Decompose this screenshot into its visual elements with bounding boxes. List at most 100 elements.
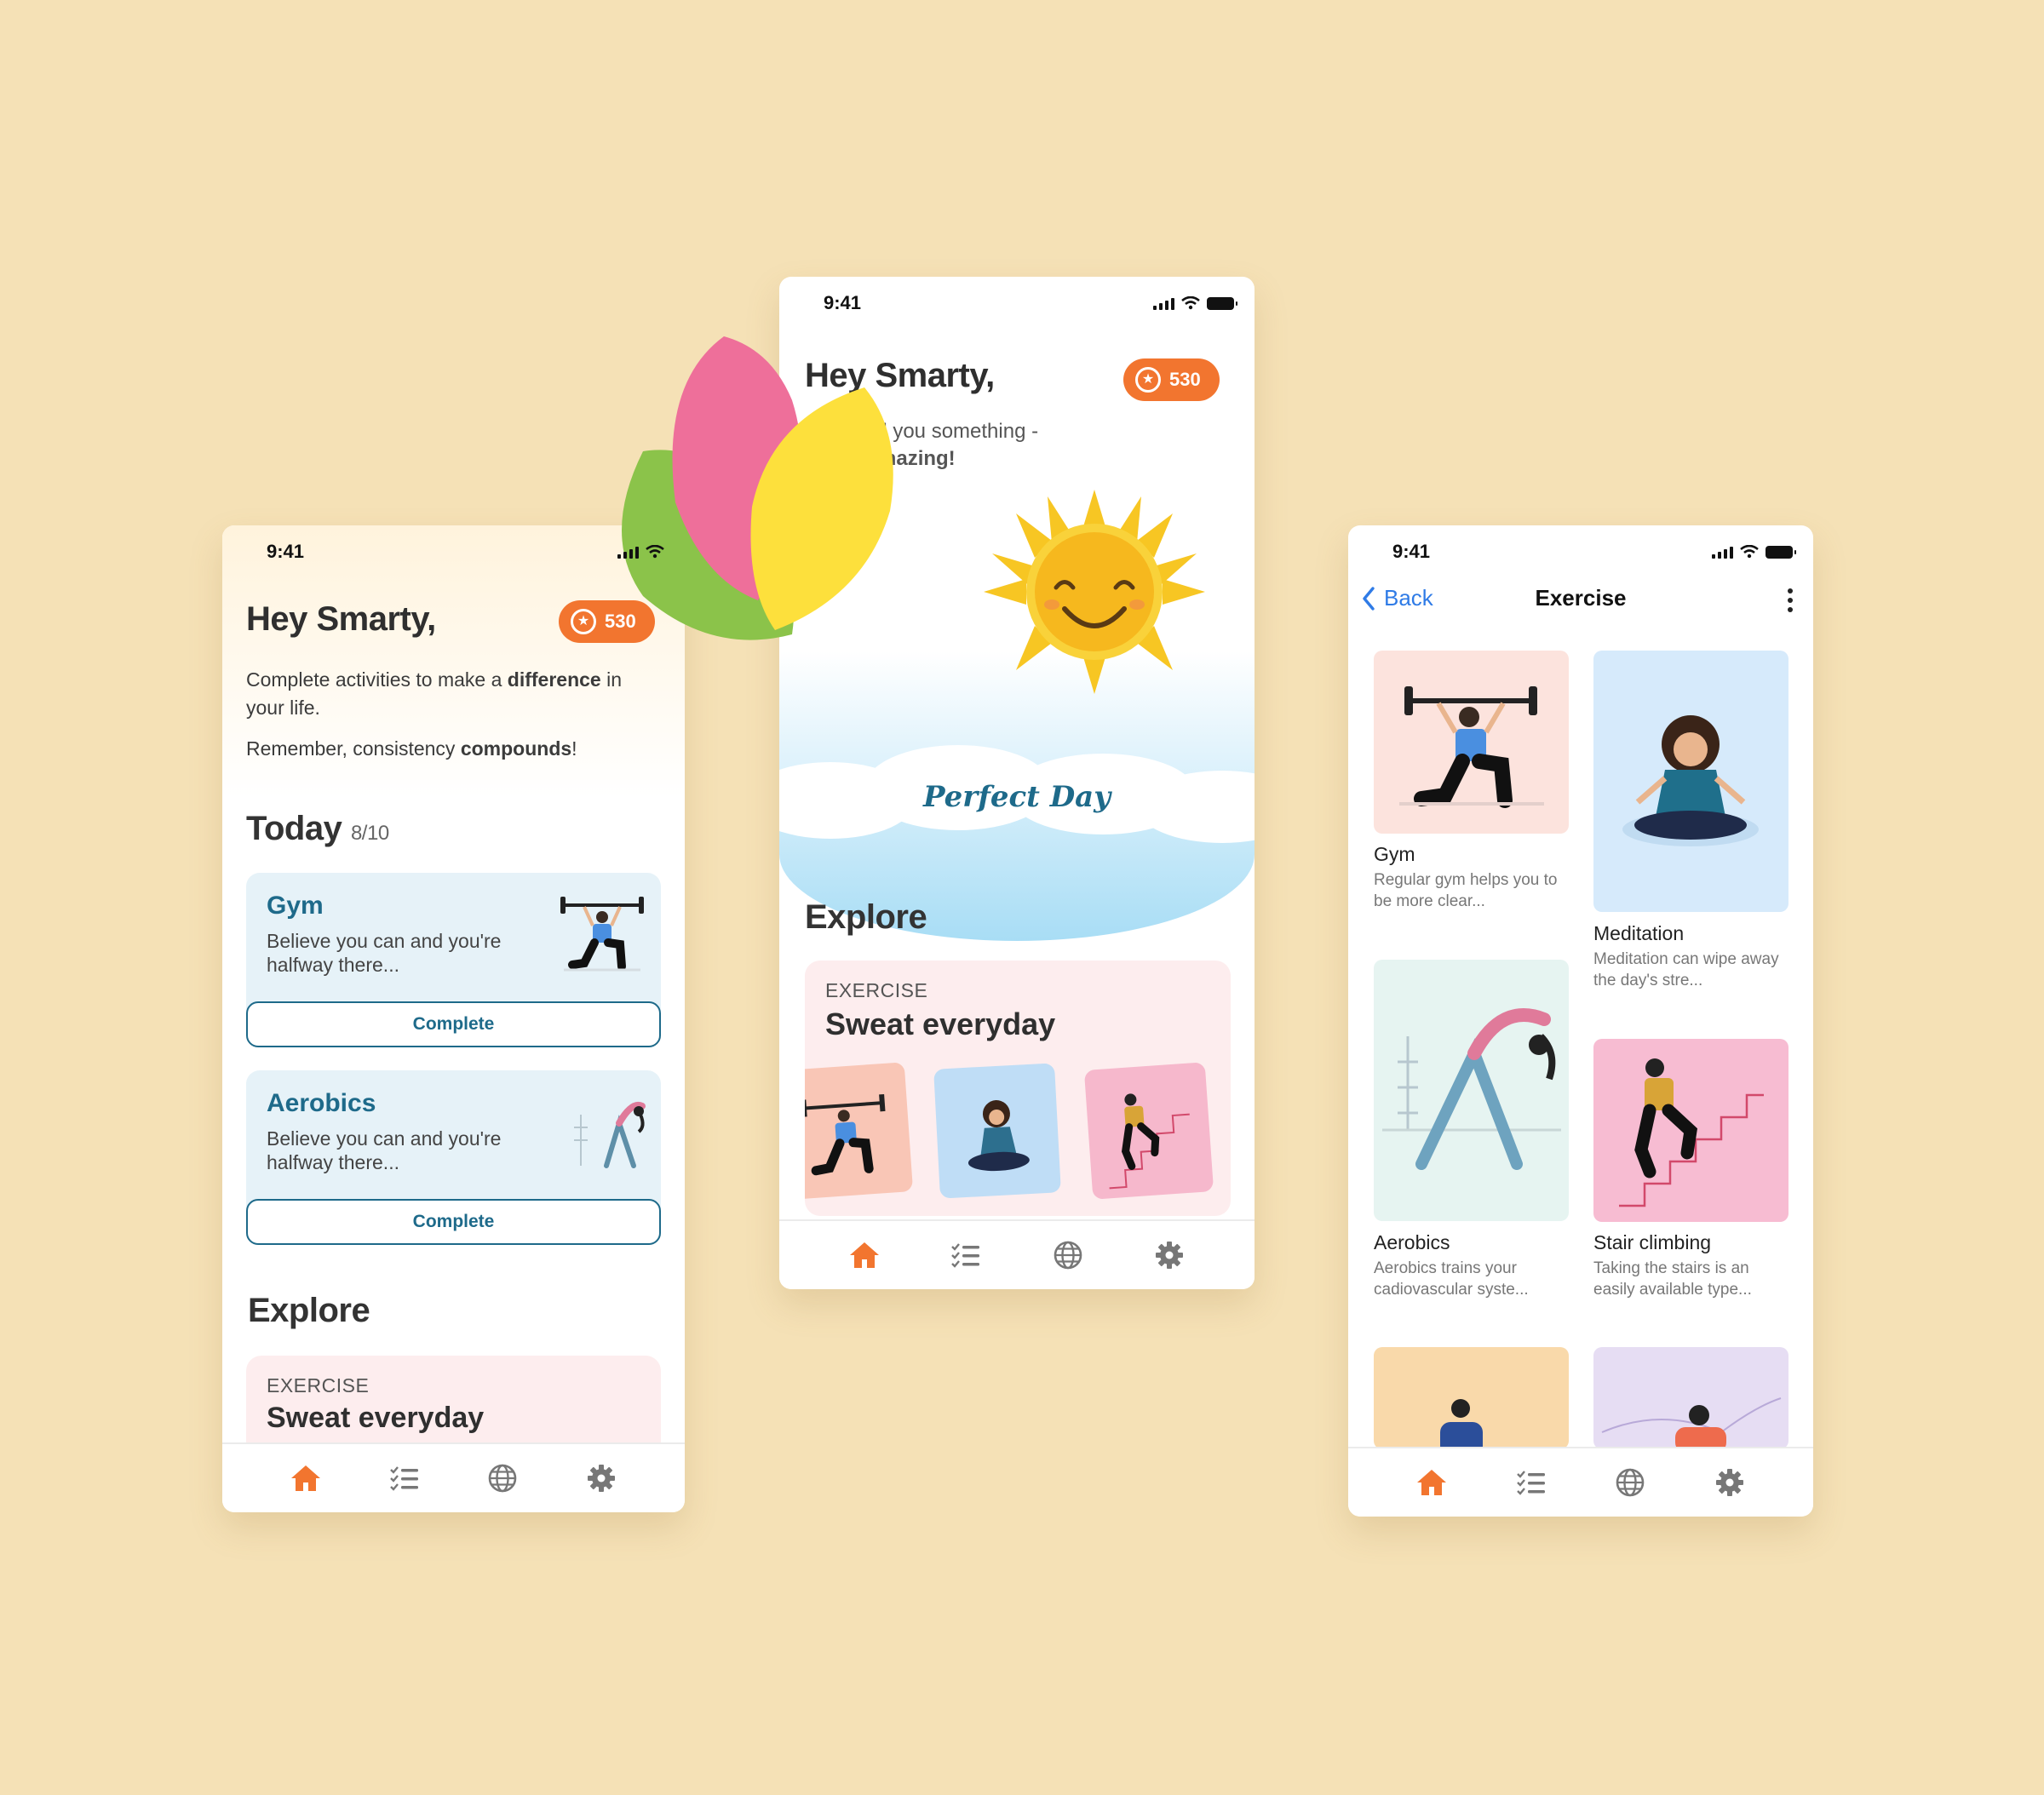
greeting-title: Hey Smarty, xyxy=(246,600,436,638)
consistency-text: Remember, consistency compounds! xyxy=(246,737,577,760)
home-icon xyxy=(1417,1470,1447,1495)
explore-title: Sweat everyday xyxy=(267,1402,485,1434)
checklist-icon xyxy=(951,1243,980,1268)
tab-settings[interactable] xyxy=(1711,1464,1748,1501)
item-title: Meditation xyxy=(1593,922,1685,944)
gear-icon xyxy=(1715,1469,1743,1496)
tile-gym[interactable] xyxy=(805,1062,914,1200)
back-button[interactable]: Back xyxy=(1362,585,1433,611)
meditation-card-image[interactable] xyxy=(1593,651,1788,912)
wifi-icon xyxy=(1740,545,1759,559)
explore-card[interactable]: EXERCISE Sweat everyday xyxy=(805,961,1231,1216)
activity-card-aerobics: Aerobics Believe you can and you're half… xyxy=(246,1070,661,1245)
tab-tasks[interactable] xyxy=(947,1236,985,1274)
next-card-image[interactable] xyxy=(1593,1347,1788,1449)
gym-illustration xyxy=(560,897,644,972)
item-title: Stair climbing xyxy=(1593,1231,1712,1253)
home-screen-left: 9:41 Hey Smarty, ★ 530 Complete activiti… xyxy=(222,525,685,1512)
tab-home[interactable] xyxy=(846,1236,883,1274)
item-title: Aerobics xyxy=(1374,1231,1450,1253)
banner-title: Perfect Day xyxy=(923,780,1111,814)
item-desc: Aerobics trains your cadiovascular syste… xyxy=(1374,1259,1529,1299)
complete-button[interactable]: Complete xyxy=(246,1001,661,1047)
aerobics-card-image[interactable] xyxy=(1374,960,1569,1221)
exercise-screen: 9:41 Exercise Back Gym Regular gym helps… xyxy=(1348,525,1813,1517)
explore-heading: Explore xyxy=(805,898,927,936)
tab-settings[interactable] xyxy=(583,1460,620,1497)
tab-home[interactable] xyxy=(287,1460,324,1497)
tab-bar xyxy=(1348,1447,1813,1517)
gym-illustration xyxy=(805,1093,886,1176)
points-badge[interactable]: ★ 530 xyxy=(1123,358,1220,401)
meditation-illustration xyxy=(1622,715,1759,846)
subtitle-line-1: ll you something - xyxy=(878,420,1039,443)
tab-tasks[interactable] xyxy=(386,1460,423,1497)
globe-icon xyxy=(1054,1241,1082,1270)
aerobics-illustration xyxy=(1382,1008,1561,1170)
star-icon: ★ xyxy=(571,609,596,634)
gear-icon xyxy=(588,1465,616,1492)
tab-home[interactable] xyxy=(1413,1464,1450,1501)
stairs-card-image[interactable] xyxy=(1593,1039,1788,1222)
activity-desc: Believe you can and you're halfway there… xyxy=(267,1127,502,1173)
status-bar: 9:41 xyxy=(779,277,1255,330)
gym-card-image[interactable] xyxy=(1374,651,1569,834)
activity-desc: Believe you can and you're halfway there… xyxy=(267,930,502,976)
complete-button[interactable]: Complete xyxy=(246,1199,661,1245)
chevron-left-icon xyxy=(1363,586,1375,611)
gear-icon xyxy=(1156,1242,1184,1269)
status-time: 9:41 xyxy=(1392,541,1431,562)
tile-stairs[interactable] xyxy=(1083,1062,1214,1200)
battery-icon xyxy=(1207,296,1237,310)
gym-illustration xyxy=(1399,686,1544,808)
activity-title: Aerobics xyxy=(267,1089,376,1117)
today-heading: Today 8/10 xyxy=(246,810,389,847)
stairs-illustration xyxy=(1109,1093,1190,1190)
item-desc: Meditation can wipe away the day's stre.… xyxy=(1593,950,1779,989)
more-options-icon[interactable] xyxy=(1788,588,1793,612)
tab-settings[interactable] xyxy=(1151,1236,1188,1274)
tab-tasks[interactable] xyxy=(1513,1464,1550,1501)
item-desc: Taking the stairs is an easily available… xyxy=(1593,1259,1752,1299)
star-icon: ★ xyxy=(1135,367,1161,393)
status-bar: 9:41 xyxy=(1348,525,1813,578)
item-title: Gym xyxy=(1374,843,1415,865)
tab-bar xyxy=(222,1442,685,1512)
person-illustration xyxy=(1601,1397,1782,1449)
home-icon xyxy=(290,1465,320,1491)
stairs-illustration xyxy=(1619,1058,1764,1207)
explore-category: EXERCISE xyxy=(825,979,928,1001)
item-desc: Regular gym helps you to be more clear..… xyxy=(1374,871,1558,910)
tile-meditation[interactable] xyxy=(933,1063,1061,1199)
person-illustration xyxy=(1440,1399,1483,1449)
wifi-icon xyxy=(1181,296,1200,310)
globe-icon xyxy=(489,1464,517,1493)
aerobics-illustration xyxy=(574,1102,646,1168)
status-bar: 9:41 xyxy=(222,525,685,578)
meditation-illustration xyxy=(967,1100,1030,1172)
explore-title: Sweat everyday xyxy=(825,1006,1056,1041)
explore-category: EXERCISE xyxy=(267,1374,370,1396)
points-value: 530 xyxy=(1169,369,1201,390)
tab-explore[interactable] xyxy=(1049,1236,1087,1274)
battery-icon xyxy=(1766,545,1796,559)
tab-explore[interactable] xyxy=(1611,1464,1649,1501)
home-icon xyxy=(849,1242,879,1268)
tab-explore[interactable] xyxy=(484,1460,521,1497)
checklist-icon xyxy=(389,1466,418,1491)
today-count: 8/10 xyxy=(350,822,389,845)
signal-icon xyxy=(1153,296,1174,310)
activity-card-gym: Gym Believe you can and you're halfway t… xyxy=(246,873,661,1047)
activity-title: Gym xyxy=(267,892,324,920)
wifi-icon xyxy=(646,545,664,559)
tab-bar xyxy=(779,1219,1255,1289)
signal-icon xyxy=(617,545,639,559)
checklist-icon xyxy=(1516,1471,1545,1495)
back-label: Back xyxy=(1384,585,1433,611)
next-card-image[interactable] xyxy=(1374,1347,1569,1449)
intro-text: Complete activities to make a difference… xyxy=(246,668,623,719)
status-time: 9:41 xyxy=(267,541,305,562)
explore-heading: Explore xyxy=(248,1292,370,1329)
sun-illustration xyxy=(984,490,1205,694)
globe-icon xyxy=(1616,1468,1645,1497)
